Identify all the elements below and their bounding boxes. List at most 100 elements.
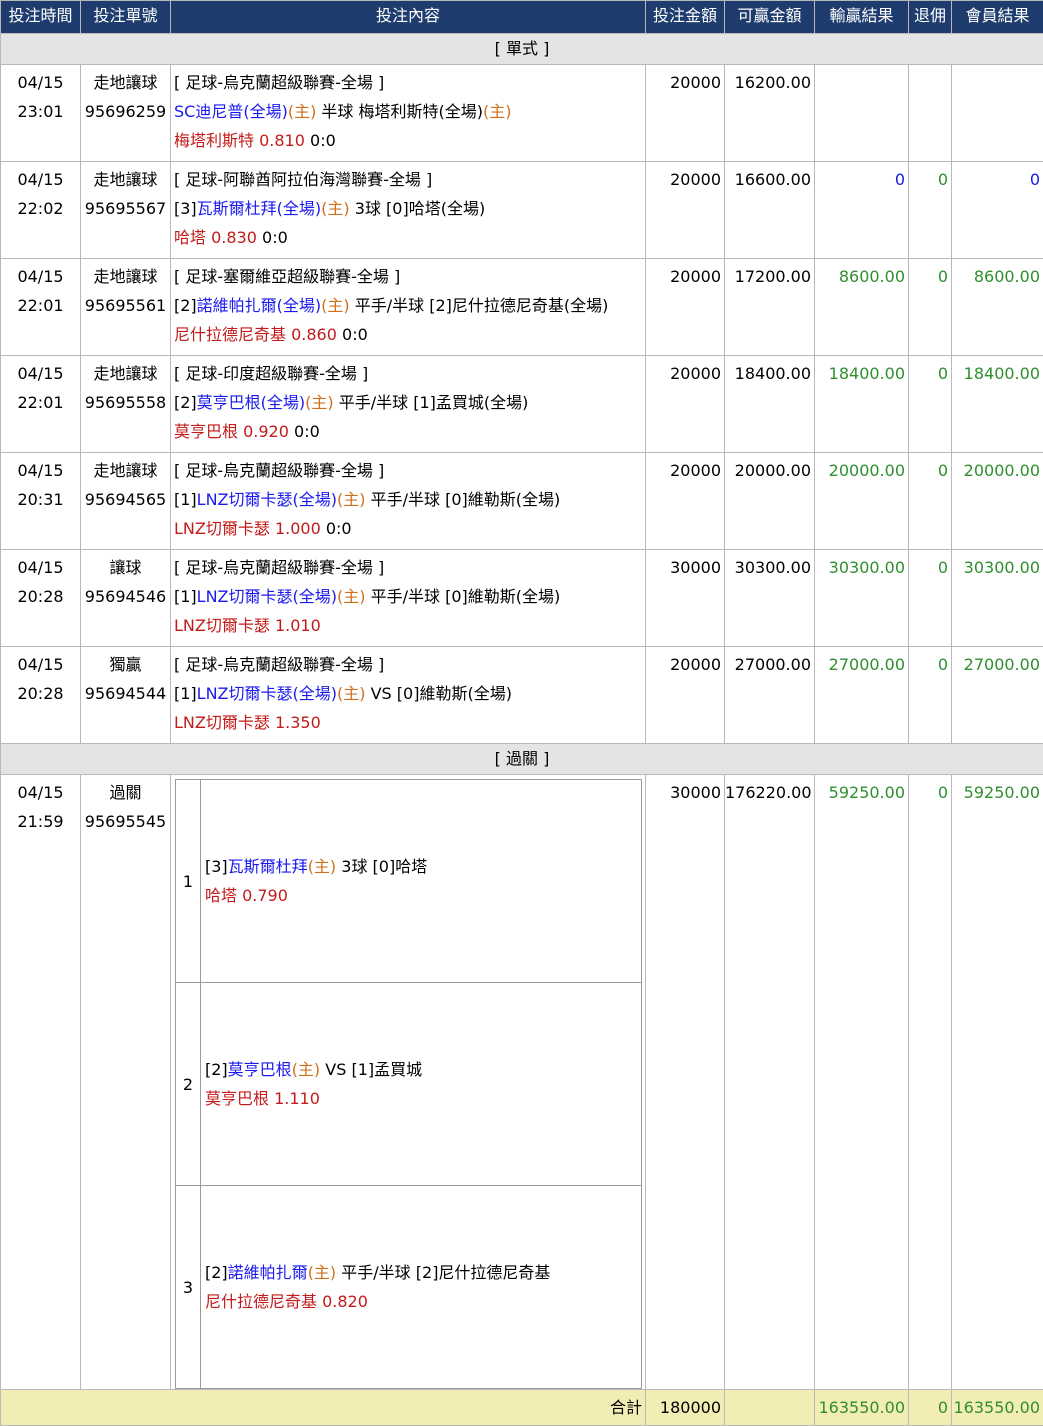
bet-id: 95695567: [81, 194, 170, 223]
bet-id: 95694565: [81, 485, 170, 514]
bet-league: [ 足球-印度超級聯賽-全場 ]: [174, 359, 645, 388]
bet-id: 95695561: [81, 291, 170, 320]
bet-rebate: [909, 65, 952, 162]
parlay-result: 59250.00: [815, 775, 909, 1390]
leg-home-prefix: [2]: [205, 1060, 228, 1079]
bet-result: 0: [815, 162, 909, 259]
bet-time-cell: 04/15 22:01: [1, 259, 81, 356]
leg-matchup: [3]瓦斯爾杜拜(主) 3球 [0]哈塔: [205, 852, 641, 881]
away-team: [0]維勒斯(全場): [445, 490, 560, 509]
bet-time: 23:01: [1, 97, 80, 126]
leg-home-prefix: [2]: [205, 1263, 228, 1282]
bet-id: 95695558: [81, 388, 170, 417]
home-prefix: [1]: [174, 587, 197, 606]
leg-pick: 尼什拉德尼奇基: [205, 1292, 317, 1311]
away-team: [0]維勒斯(全場): [397, 684, 512, 703]
bet-date: 04/15: [1, 359, 80, 388]
bet-odds: 0.810: [259, 131, 305, 150]
bet-member: 27000.00: [952, 647, 1043, 744]
leg-handicap: 平手/半球: [336, 1263, 416, 1282]
bet-date: 04/15: [1, 650, 80, 679]
total-label: 合計: [1, 1390, 646, 1426]
leg-pick-line: 哈塔 0.790: [205, 881, 641, 910]
bet-content-cell: [ 足球-印度超級聯賽-全場 ] [2]莫亨巴根(全場)(主) 平手/半球 [1…: [171, 356, 646, 453]
bet-time: 20:28: [1, 679, 80, 708]
bet-amount: 20000: [646, 162, 725, 259]
bet-row: 04/15 20:31 走地讓球 95694565 [ 足球-烏克蘭超級聯賽-全…: [1, 453, 1043, 550]
bet-amount: 20000: [646, 356, 725, 453]
bet-amount: 30000: [646, 550, 725, 647]
bet-time-cell: 04/15 22:02: [1, 162, 81, 259]
leg-pick-line: 莫亨巴根 1.110: [205, 1084, 641, 1113]
handicap: 平手/半球: [334, 393, 414, 412]
bet-win: 16600.00: [725, 162, 815, 259]
total-row: 合計180000163550.000163550.00: [1, 1390, 1043, 1426]
home-tag: (主): [337, 490, 366, 509]
bet-id-cell: 讓球 95694546: [81, 550, 171, 647]
bet-pick: 梅塔利斯特: [174, 131, 254, 150]
header-member: 會員結果: [952, 1, 1043, 34]
home-team: 莫亨巴根(全場): [197, 393, 306, 412]
bet-time: 22:01: [1, 388, 80, 417]
bet-time-cell: 04/15 20:28: [1, 647, 81, 744]
home-prefix: [1]: [174, 490, 197, 509]
bet-score: 0:0: [257, 228, 288, 247]
section-parlay: [ 過關 ]: [1, 744, 1043, 775]
bet-league: [ 足球-阿聯酋阿拉伯海灣聯賽-全場 ]: [174, 165, 645, 194]
bet-time: 22:02: [1, 194, 80, 223]
leg-odds: 0.820: [322, 1292, 368, 1311]
bet-content-cell: [ 足球-烏克蘭超級聯賽-全場 ] [1]LNZ切爾卡瑟(全場)(主) 平手/半…: [171, 453, 646, 550]
bet-win: 18400.00: [725, 356, 815, 453]
bet-matchup: [3]瓦斯爾杜拜(全場)(主) 3球 [0]哈塔(全場): [174, 194, 645, 223]
bet-amount: 20000: [646, 647, 725, 744]
header-time: 投注時間: [1, 1, 81, 34]
leg-away-team: [1]孟買城: [351, 1060, 422, 1079]
away-tag: (主): [483, 102, 512, 121]
header-rebate: 退佣: [909, 1, 952, 34]
header-amount: 投注金額: [646, 1, 725, 34]
bet-result: 18400.00: [815, 356, 909, 453]
home-team: LNZ切爾卡瑟(全場): [197, 684, 337, 703]
bet-member: 30300.00: [952, 550, 1043, 647]
bet-amount: 20000: [646, 453, 725, 550]
bet-pick: LNZ切爾卡瑟: [174, 519, 270, 538]
parlay-leg: 3[2]諾維帕扎爾(主) 平手/半球 [2]尼什拉德尼奇基尼什拉德尼奇基 0.8…: [176, 1186, 642, 1389]
bet-content-cell: [ 足球-阿聯酋阿拉伯海灣聯賽-全場 ] [3]瓦斯爾杜拜(全場)(主) 3球 …: [171, 162, 646, 259]
home-prefix: [1]: [174, 684, 197, 703]
bet-id-cell: 走地讓球 95696259: [81, 65, 171, 162]
bet-type: 走地讓球: [81, 262, 170, 291]
bet-rebate: 0: [909, 162, 952, 259]
section-single: [ 單式 ]: [1, 34, 1043, 65]
bet-amount: 20000: [646, 65, 725, 162]
bet-rebate: 0: [909, 647, 952, 744]
bet-matchup: [1]LNZ切爾卡瑟(全場)(主) VS [0]維勒斯(全場): [174, 679, 645, 708]
away-team: [0]哈塔(全場): [386, 199, 485, 218]
home-prefix: [3]: [174, 199, 197, 218]
handicap: 平手/半球: [366, 490, 446, 509]
bet-pick-line: 哈塔 0.830 0:0: [174, 223, 645, 252]
leg-content: [2]莫亨巴根(主) VS [1]孟買城莫亨巴根 1.110: [201, 983, 642, 1186]
bet-content-cell: [ 足球-烏克蘭超級聯賽-全場 ] [1]LNZ切爾卡瑟(全場)(主) 平手/半…: [171, 550, 646, 647]
header-result: 輸贏結果: [815, 1, 909, 34]
bet-score: 0:0: [337, 325, 368, 344]
bet-league: [ 足球-烏克蘭超級聯賽-全場 ]: [174, 553, 645, 582]
total-result: 163550.00: [815, 1390, 909, 1426]
home-team: 諾維帕扎爾(全場): [197, 296, 322, 315]
bet-matchup: SC迪尼普(全場)(主) 半球 梅塔利斯特(全場)(主): [174, 97, 645, 126]
parlay-time-cell: 04/1521:59: [1, 775, 81, 1390]
bet-type: 走地讓球: [81, 456, 170, 485]
bet-date: 04/15: [1, 68, 80, 97]
total-win: [725, 1390, 815, 1426]
away-team: 梅塔利斯特(全場): [359, 102, 484, 121]
bet-time-cell: 04/15 22:01: [1, 356, 81, 453]
bet-pick: 莫亨巴根: [174, 422, 238, 441]
bet-amount: 20000: [646, 259, 725, 356]
bet-odds: 0.830: [211, 228, 257, 247]
bet-pick: LNZ切爾卡瑟: [174, 713, 270, 732]
home-prefix: [2]: [174, 393, 197, 412]
bet-member: 20000.00: [952, 453, 1043, 550]
bet-date: 04/15: [1, 553, 80, 582]
leg-number: 3: [176, 1186, 201, 1389]
home-tag: (主): [321, 296, 350, 315]
bet-result: 8600.00: [815, 259, 909, 356]
